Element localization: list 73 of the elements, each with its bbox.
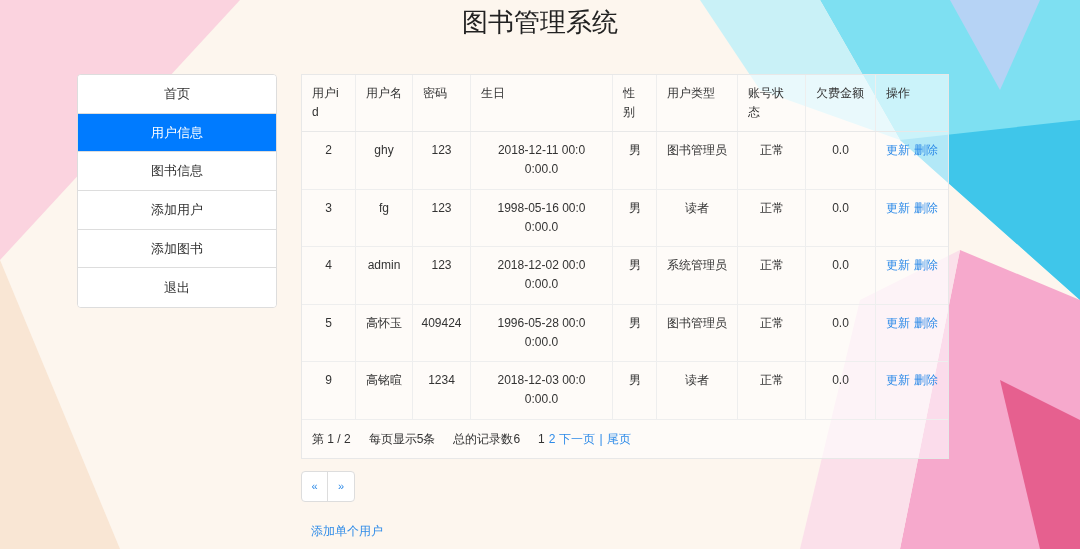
table-cell-text: 正常 [759, 257, 784, 274]
page-indicator: 第 1 / 2 [312, 430, 351, 448]
table-cell-text: 正常 [759, 314, 784, 332]
table-cell-text: 1234 [428, 372, 455, 389]
table-cell-text: admin [367, 257, 401, 274]
table-cell-text: 2 [325, 142, 332, 159]
table-cell-text: 3 [325, 199, 332, 217]
current-page: 1 [538, 430, 545, 448]
table-cell-text: 男 [628, 199, 641, 217]
update-link[interactable]: 更新 [886, 313, 910, 333]
update-link[interactable]: 更新 [886, 141, 910, 160]
update-link[interactable]: 更新 [886, 198, 910, 218]
table-cell-text: 0.0 [832, 199, 849, 217]
separator-text: | [599, 430, 603, 448]
column-header: 密码 [413, 75, 471, 131]
table-cell-text: 男 [628, 142, 641, 159]
table-cell-text: 男 [628, 257, 641, 274]
table-cell-text: 0.0 [832, 372, 849, 389]
table-cell-text: 409424 [421, 314, 462, 332]
page-size-text: 每页显示5条 [368, 430, 436, 448]
delete-link[interactable]: 删除 [914, 141, 938, 160]
table-cell-text: 5 [325, 314, 332, 332]
delete-link[interactable]: 删除 [914, 371, 938, 390]
column-header: 性别 [613, 75, 657, 131]
column-header: 用户类型 [657, 75, 738, 131]
delete-link[interactable]: 删除 [914, 313, 938, 333]
table-cell-text: ghy [374, 142, 394, 159]
total-count-text: 总的记录数6 [453, 430, 521, 448]
table-cell-text: 123 [431, 199, 452, 217]
sidebar-item[interactable]: 用户信息 [78, 113, 276, 153]
table-cell-text: 正常 [759, 199, 784, 217]
page-link[interactable]: 2 [548, 429, 556, 448]
table-cell-text: 读者 [685, 372, 709, 389]
table-cell-text: fg [379, 199, 389, 217]
delete-link[interactable]: 删除 [914, 198, 938, 218]
table-cell-text: 2018-12-02 00:00:00.0 [496, 257, 587, 293]
table-cell-text: 2018-12-11 00:00:00.0 [496, 142, 587, 178]
table-cell-text: 0.0 [832, 142, 849, 159]
page-link[interactable]: 尾页 [606, 429, 631, 448]
table-cell-text: 4 [325, 257, 332, 274]
table-cell-text: 正常 [759, 142, 784, 159]
sidebar-item[interactable]: 首页 [78, 75, 276, 114]
table-cell-text: 123 [431, 142, 452, 159]
table-cell-text: 高怀玉 [366, 314, 402, 332]
column-header: 生日 [471, 75, 613, 131]
column-header: 账号状态 [738, 75, 806, 131]
previous-button[interactable]: « [302, 471, 328, 501]
table-cell-text: 图书管理员 [667, 142, 727, 159]
table-cell-text: 男 [628, 372, 641, 389]
table-cell-text: 0.0 [832, 314, 849, 332]
table-cell-text: 读者 [685, 199, 709, 217]
table-cell-text: 1998-05-16 00:00:00.0 [496, 199, 587, 236]
column-header: 欠费金额 [806, 75, 876, 131]
page-title: 图书管理系统 [462, 6, 618, 39]
page-link[interactable]: 下一页 [559, 429, 596, 448]
column-header: 用户id [302, 75, 356, 131]
update-link[interactable]: 更新 [886, 371, 910, 390]
table-cell-text: 系统管理员 [667, 257, 727, 274]
table-cell-text: 9 [325, 372, 332, 389]
column-header: 用户名 [356, 75, 413, 131]
table-cell-text: 图书管理员 [667, 314, 727, 332]
table-cell-text: 男 [628, 314, 641, 332]
update-link[interactable]: 更新 [886, 256, 910, 275]
add-user-link[interactable]: 添加单个用户 [311, 521, 383, 540]
table-cell-text: 0.0 [832, 257, 849, 274]
table-cell-text: 123 [431, 257, 452, 274]
table-cell-text: 2018-12-03 00:00:00.0 [496, 372, 587, 408]
next-button[interactable]: » [328, 471, 354, 501]
table-cell-text: 高铭暄 [366, 372, 402, 389]
table-cell-text: 1996-05-28 00:00:00.0 [496, 314, 587, 351]
column-header: 操作 [885, 85, 911, 102]
table-cell-text: 正常 [759, 372, 784, 389]
delete-link[interactable]: 删除 [914, 256, 938, 275]
